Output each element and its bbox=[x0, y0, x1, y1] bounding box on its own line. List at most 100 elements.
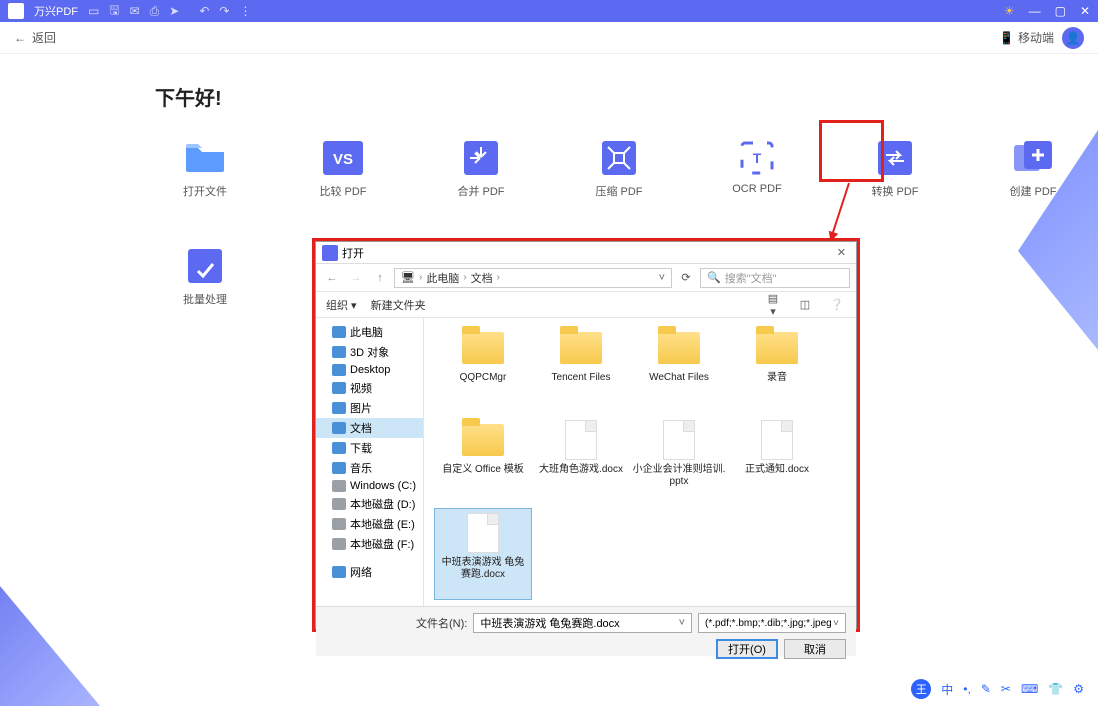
organize-button[interactable]: 组织 ▾ bbox=[326, 297, 357, 313]
filename-dropdown-icon[interactable]: ˅ bbox=[679, 617, 685, 629]
folder-item[interactable]: WeChat Files bbox=[630, 324, 728, 416]
tile-create-pdf[interactable]: 创建 PDF bbox=[1003, 141, 1063, 199]
nav-back-button[interactable]: ← bbox=[322, 272, 342, 284]
tree-node[interactable]: 下载 bbox=[316, 438, 423, 458]
filetype-select[interactable]: (*.pdf;*.bmp;*.dib;*.jpg;*.jpeg ˅ bbox=[698, 613, 846, 633]
back-button[interactable]: ← 返回 bbox=[14, 29, 56, 46]
view-mode-button[interactable]: ▤ ▾ bbox=[764, 292, 782, 318]
tree-icon bbox=[332, 346, 346, 358]
search-placeholder: 搜索"文档" bbox=[725, 270, 777, 286]
mail-icon[interactable]: ✉ bbox=[130, 4, 140, 18]
tree-label: Desktop bbox=[350, 364, 390, 376]
folder-item[interactable]: QQPCMgr bbox=[434, 324, 532, 416]
tree-node[interactable]: Desktop bbox=[316, 362, 423, 378]
tree-label: 下载 bbox=[350, 440, 372, 456]
pc-icon: 🖥 bbox=[401, 271, 415, 284]
new-folder-button[interactable]: 新建文件夹 bbox=[371, 297, 426, 313]
crumb-0: 此电脑 bbox=[426, 270, 459, 286]
nav-forward-button[interactable]: → bbox=[346, 272, 366, 284]
tile-label: 打开文件 bbox=[183, 183, 227, 199]
nav-up-button[interactable]: ↑ bbox=[370, 272, 390, 284]
undo-icon[interactable]: ↶ bbox=[199, 4, 209, 18]
merge-pdf-icon bbox=[460, 141, 502, 175]
minimize-icon[interactable]: — bbox=[1029, 4, 1041, 18]
mobile-link[interactable]: 📱 移动端 bbox=[999, 29, 1054, 46]
tree-node[interactable]: Windows (C:) bbox=[316, 478, 423, 494]
tile-compare-pdf[interactable]: VS比较 PDF bbox=[313, 141, 373, 199]
tree-node[interactable]: 本地磁盘 (F:) bbox=[316, 534, 423, 554]
svg-text:T: T bbox=[753, 150, 762, 166]
tree-label: 本地磁盘 (F:) bbox=[350, 536, 414, 552]
refresh-button[interactable]: ⟳ bbox=[676, 271, 696, 284]
app-name: 万兴PDF bbox=[34, 3, 78, 19]
tree-node[interactable]: 本地磁盘 (E:) bbox=[316, 514, 423, 534]
dialog-close-button[interactable]: ✕ bbox=[833, 246, 850, 259]
filetype-dropdown-icon: ˅ bbox=[833, 618, 839, 629]
tree-icon bbox=[332, 382, 346, 394]
tile-ocr-pdf[interactable]: TOCR PDF bbox=[727, 141, 787, 199]
sun-icon[interactable]: ☀ bbox=[1004, 4, 1015, 18]
preview-pane-button[interactable]: ◫ bbox=[796, 298, 814, 311]
breadcrumb[interactable]: 🖥 › 此电脑 › 文档 › ˅ bbox=[394, 268, 672, 288]
folder-icon bbox=[462, 332, 504, 364]
share-icon[interactable]: ➤ bbox=[169, 4, 179, 18]
tree-node[interactable]: 此电脑 bbox=[316, 322, 423, 342]
tree-icon bbox=[332, 326, 346, 338]
search-input[interactable]: 🔍 搜索"文档" bbox=[700, 268, 850, 288]
tree-icon bbox=[332, 518, 346, 530]
tile-label: 创建 PDF bbox=[1009, 183, 1056, 199]
tree-node[interactable]: 本地磁盘 (D:) bbox=[316, 494, 423, 514]
ime-skin-icon[interactable]: 👕 bbox=[1048, 682, 1063, 696]
file-item[interactable]: 小企业会计准则培训.pptx bbox=[630, 416, 728, 508]
subbar: ← 返回 📱 移动端 👤 bbox=[0, 22, 1098, 54]
tile-batch[interactable]: 批量处理 bbox=[175, 249, 235, 307]
ime-scissor-icon[interactable]: ✂ bbox=[1001, 682, 1011, 696]
print-icon[interactable]: ⎙ bbox=[150, 4, 160, 19]
tile-label: 压缩 PDF bbox=[595, 183, 642, 199]
system-tray: 王 中 •, ✎ ✂ ⌨ 👕 ⚙ bbox=[903, 678, 1092, 700]
ime-punct-icon[interactable]: •, bbox=[963, 682, 971, 696]
ime-edit-icon[interactable]: ✎ bbox=[981, 682, 991, 696]
tile-convert-pdf[interactable]: 转换 PDF bbox=[865, 141, 925, 199]
folder-item[interactable]: 自定义 Office 模板 bbox=[434, 416, 532, 508]
tree-node[interactable]: 文档 bbox=[316, 418, 423, 438]
cancel-button[interactable]: 取消 bbox=[784, 639, 846, 659]
user-avatar[interactable]: 👤 bbox=[1062, 27, 1084, 49]
document-icon bbox=[761, 420, 793, 460]
tree-node[interactable]: 音乐 bbox=[316, 458, 423, 478]
open-file-icon bbox=[184, 141, 226, 175]
file-item[interactable]: 中班表演游戏 龟兔赛跑.docx bbox=[434, 508, 532, 600]
tile-open-file[interactable]: 打开文件 bbox=[175, 141, 235, 199]
tile-label: 比较 PDF bbox=[319, 183, 366, 199]
tile-compress-pdf[interactable]: 压缩 PDF bbox=[589, 141, 649, 199]
open-button[interactable]: 打开(O) bbox=[716, 639, 778, 659]
open-file-icon[interactable]: ▭ bbox=[88, 4, 99, 18]
ime-settings-icon[interactable]: ⚙ bbox=[1073, 682, 1084, 696]
close-window-icon[interactable]: ✕ bbox=[1080, 4, 1090, 18]
tile-merge-pdf[interactable]: 合并 PDF bbox=[451, 141, 511, 199]
filename-input[interactable]: 中班表演游戏 龟兔赛跑.docx ˅ bbox=[473, 613, 692, 633]
tree-node[interactable]: 网络 bbox=[316, 562, 423, 582]
folder-item[interactable]: 录音 bbox=[728, 324, 826, 416]
tree-label: 音乐 bbox=[350, 460, 372, 476]
save-icon[interactable]: 🖫 bbox=[109, 1, 119, 22]
redo-icon[interactable]: ↷ bbox=[219, 4, 229, 18]
file-item[interactable]: 大班角色游戏.docx bbox=[532, 416, 630, 508]
tree-node[interactable]: 图片 bbox=[316, 398, 423, 418]
help-button[interactable]: ❔ bbox=[828, 298, 846, 311]
file-item[interactable]: 正式通知.docx bbox=[728, 416, 826, 508]
ime-keyboard-icon[interactable]: ⌨ bbox=[1021, 682, 1038, 696]
file-name: Tencent Files bbox=[550, 372, 613, 384]
tree-icon bbox=[332, 480, 346, 492]
tree-node[interactable]: 视频 bbox=[316, 378, 423, 398]
folder-icon bbox=[560, 332, 602, 364]
maximize-icon[interactable]: ▢ bbox=[1055, 4, 1066, 18]
file-list: QQPCMgr Tencent Files WeChat Files录音自定义 Of… bbox=[424, 318, 856, 606]
more-tb-icon[interactable]: ⋮ bbox=[239, 4, 251, 18]
ime-indicator[interactable]: 王 bbox=[911, 679, 931, 699]
tree-node[interactable]: 3D 对象 bbox=[316, 342, 423, 362]
folder-item[interactable]: Tencent Files bbox=[532, 324, 630, 416]
file-open-dialog: 打开 ✕ ← → ↑ 🖥 › 此电脑 › 文档 › ˅ ⟳ 🔍 搜索"文档" 组… bbox=[315, 241, 857, 629]
ime-lang[interactable]: 中 bbox=[941, 681, 953, 698]
document-icon bbox=[565, 420, 597, 460]
